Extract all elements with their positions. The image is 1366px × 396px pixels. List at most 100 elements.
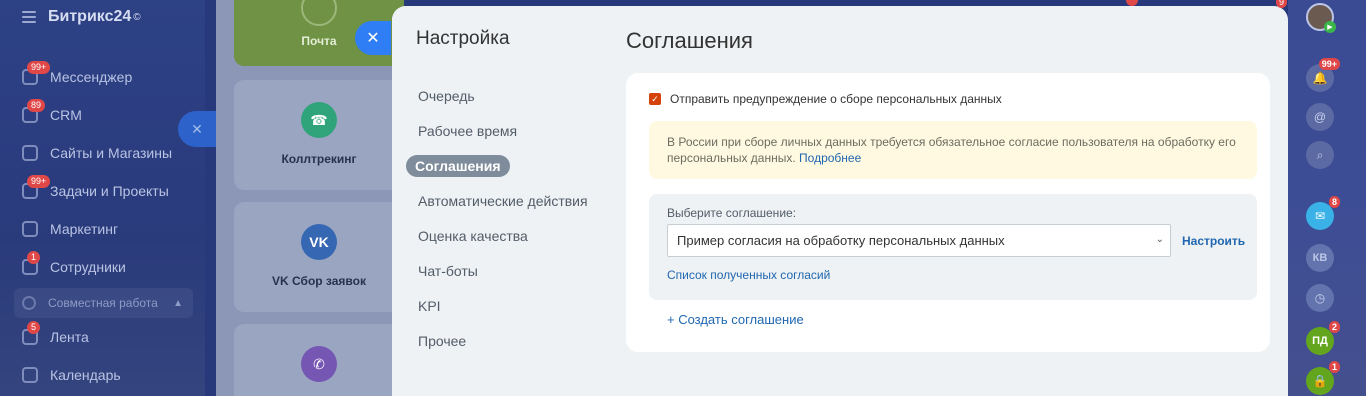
menu-item-label: Маркетинг [50,221,119,237]
agreements-card: ✓ Отправить предупреждение о сборе персо… [626,73,1270,352]
nav-item-label: Автоматические действия [418,192,588,209]
menu-burger-icon[interactable] [22,8,36,26]
viber-icon: ✆ [301,346,337,382]
nav-item-label: Очередь [418,87,475,104]
tile-viber: ✆ [234,324,404,396]
cart-icon [22,145,38,161]
nav-item-quality-rating[interactable]: Оценка качества [406,218,606,253]
menu-badge: 89 [27,99,46,112]
nav-item-agreements[interactable]: Соглашения [406,148,606,183]
nav-item-kpi[interactable]: KPI [406,288,606,323]
nav-item-label: Прочее [418,332,467,349]
portal-sidebar: Битрикс24 © 99+ Мессенджер 89 CRM Сайты … [0,0,205,396]
nav-item-work-time[interactable]: Рабочее время [406,113,606,148]
page-title: Соглашения [626,28,753,53]
menu-badge: 99+ [27,61,51,74]
create-agreement-link[interactable]: + Создать соглашение [667,312,804,327]
nav-item-label: Оценка качества [418,227,528,244]
avatar-kv[interactable]: КВ [1306,244,1334,272]
menu-item-label: Мессенджер [50,69,133,85]
menu-badge: 5 [27,321,41,334]
calendar-icon [22,367,38,383]
menu-item-label: Сотрудники [50,259,126,275]
personal-data-checkbox[interactable]: ✓ [649,93,661,105]
agreement-select[interactable]: Пример согласия на обработку персональны… [667,224,1171,257]
menu-badge: 99+ [27,175,51,188]
logo-text: Битрикс24 [48,8,132,25]
menu-item-messenger[interactable]: 99+ Мессенджер [0,58,205,96]
menu-item-employees[interactable]: 1 Сотрудники [0,248,205,286]
menu-badge: 1 [27,251,41,264]
checkbox-label: Отправить предупреждение о сборе персона… [670,92,1002,106]
menu-item-marketing[interactable]: Маркетинг [0,210,205,248]
chat-badge: 8 [1328,196,1340,208]
tile-label: VK Сбор заявок [272,274,366,288]
nav-item-chatbots[interactable]: Чат-боты [406,253,606,288]
menu-item-tasks[interactable]: 99+ Задачи и Проекты [0,172,205,210]
settings-slider: Настройка Очередь Рабочее время Соглашен… [392,6,1288,396]
menu-group-label: Совместная работа [48,296,158,310]
portal-menu: 99+ Мессенджер 89 CRM Сайты и Магазины 9… [0,58,205,394]
menu-group-collaboration[interactable]: Совместная работа ▲ [14,288,193,318]
notice-text: В России при сборе личных данных требует… [667,135,1236,165]
search-icon[interactable]: ⌕ [1306,141,1334,169]
tile-calltracking: ☎ Коллтрекинг [234,80,404,190]
chevron-down-icon: ⌄ [1155,234,1164,245]
lock-icon[interactable]: 🔒 1 [1306,361,1340,395]
pd-initials: ПД [1312,335,1328,347]
chevron-up-icon[interactable]: ▲ [173,298,183,309]
nav-item-other[interactable]: Прочее [406,323,606,358]
close-icon: ✕ [178,111,216,147]
phone-icon: ☎ [301,102,337,138]
menu-item-feed[interactable]: 5 Лента [0,318,205,356]
nav-item-label: KPI [418,297,441,314]
settings-nav: Настройка Очередь Рабочее время Соглашен… [392,6,614,396]
received-consents-link[interactable]: Список полученных согласий [667,268,830,282]
portal-logo[interactable]: Битрикс24 © [22,8,141,26]
mail-icon [301,0,337,26]
tile-label: Почта [301,34,337,48]
nav-item-label: Чат-боты [418,262,478,279]
menu-item-label: Сайты и Магазины [50,145,173,161]
select-value: Пример согласия на обработку персональны… [677,233,1005,248]
chat-icon[interactable]: ✉ 8 [1306,196,1340,230]
menu-item-label: Календарь [50,367,121,383]
user-clock-icon[interactable]: ◷ [1306,284,1334,312]
menu-item-crm[interactable]: 89 CRM [0,96,205,134]
configure-link[interactable]: Настроить [1182,234,1245,248]
slider-close-button[interactable]: ✕ [355,21,391,55]
vk-icon: VK [301,224,337,260]
agreement-select-box: Выберите соглашение: Пример согласия на … [649,194,1257,300]
nav-item-automatic-actions[interactable]: Автоматические действия [406,183,606,218]
play-icon: ▶ [1324,21,1336,33]
info-notice: В России при сборе личных данных требует… [649,121,1257,179]
target-icon [22,221,38,237]
menu-item-calendar[interactable]: Календарь [0,356,205,394]
nav-title: Настройка [416,28,510,49]
background-content: Почта ☎ Коллтрекинг VK VK Сбор заявок ✆ [216,0,404,396]
personal-data-warning-row[interactable]: ✓ Отправить предупреждение о сборе персо… [649,92,1002,106]
agreements-section: Соглашения ✓ Отправить предупреждение о … [626,6,1288,396]
logo-mark: © [133,11,141,23]
nav-item-queue[interactable]: Очередь [406,78,606,113]
more-link[interactable]: Подробнее [799,151,861,165]
menu-item-sites[interactable]: Сайты и Магазины [0,134,205,172]
select-label: Выберите соглашение: [667,206,797,220]
menu-item-label: Задачи и Проекты [50,183,169,199]
tile-label: Коллтрекинг [281,152,357,166]
menu-item-label: Лента [50,329,89,345]
lock-badge: 1 [1328,361,1340,373]
nav-item-label: Рабочее время [418,122,518,139]
nav-item-label: Соглашения [406,154,510,177]
menu-item-label: CRM [50,107,82,123]
tile-vk: VK VK Сбор заявок [234,202,404,312]
bell-icon[interactable]: 🔔 99+ [1306,58,1340,92]
nav-list: Очередь Рабочее время Соглашения Автомат… [406,78,606,358]
collaboration-icon [22,296,36,310]
at-icon[interactable]: @ [1306,103,1334,131]
bell-badge: 99+ [1318,58,1340,70]
avatar-pd[interactable]: ПД 2 [1306,321,1340,355]
pd-badge: 2 [1328,321,1340,333]
user-avatar[interactable]: ▶ [1306,3,1336,33]
right-panel: ▶ 🔔 99+ @ ⌕ ✉ 8 КВ ◷ ПД 2 🔒 1 [1288,0,1366,396]
